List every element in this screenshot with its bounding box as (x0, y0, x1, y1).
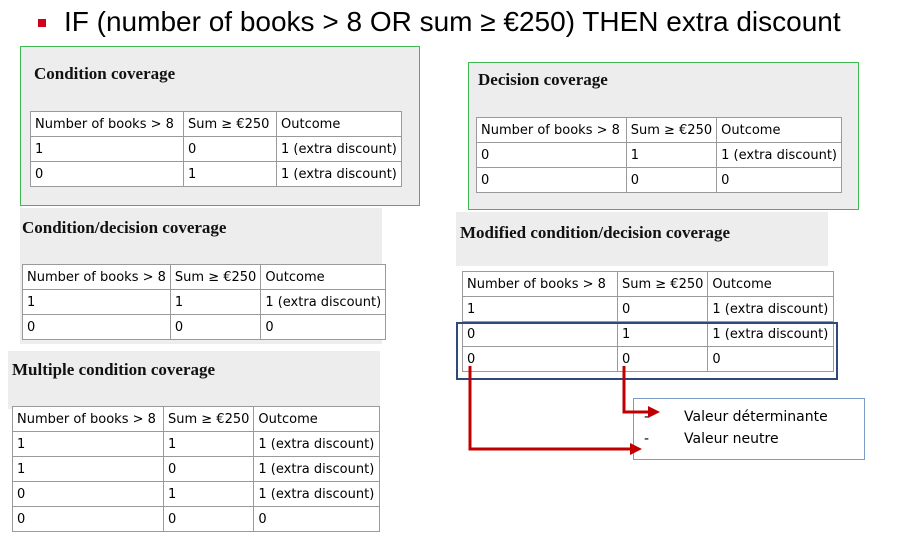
arrow-neutre (468, 366, 630, 451)
arrow-neutre-head-icon (630, 443, 642, 455)
arrow-determinante (622, 366, 648, 414)
annotation-arrows (468, 366, 660, 455)
arrow-determinante-head-icon (648, 406, 660, 418)
